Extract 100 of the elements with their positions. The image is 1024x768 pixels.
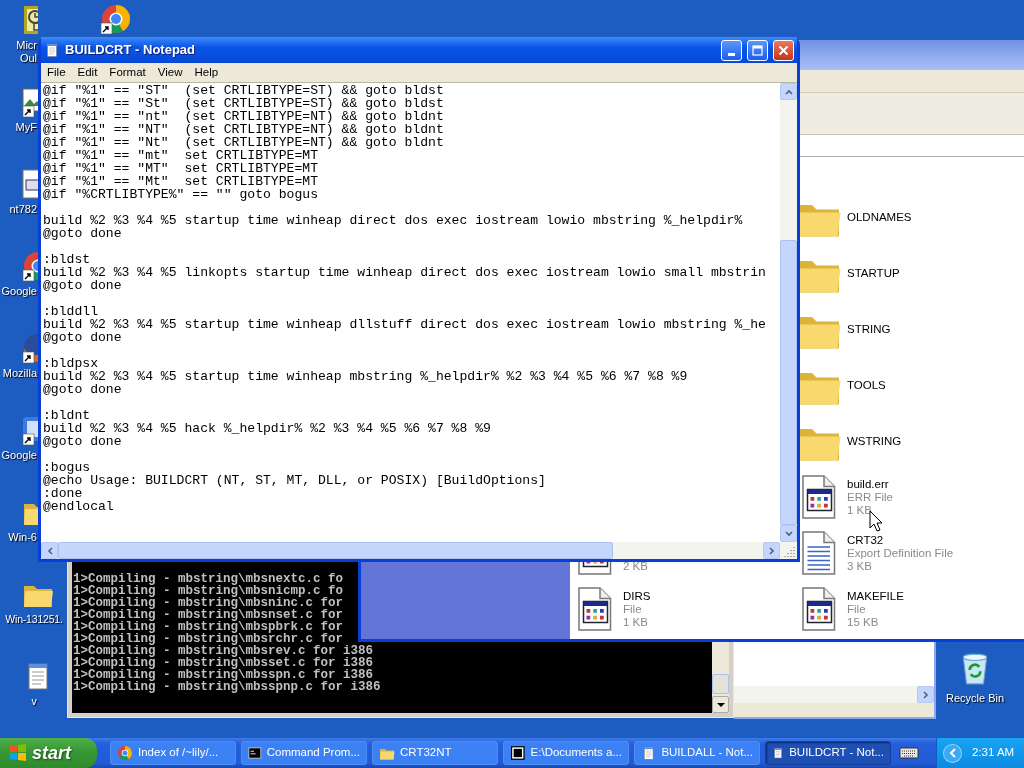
- icon-label[interactable]: MyF: [0, 121, 37, 134]
- show-hidden-icons-button[interactable]: [943, 743, 962, 763]
- round-logo-icon: [100, 3, 132, 35]
- file-type: ERR File: [847, 491, 893, 504]
- taskbar-button[interactable]: BUILDALL - Not...: [634, 741, 760, 765]
- code-line: :bldst: [43, 253, 91, 266]
- file-name[interactable]: OLDNAMES: [847, 210, 912, 224]
- scrollbar-thumb[interactable]: [712, 674, 729, 694]
- icon-label[interactable]: Win-6: [0, 531, 37, 544]
- down-triangle-icon: [716, 700, 725, 709]
- file-type: Export Definition File: [847, 547, 954, 560]
- icon-label[interactable]: nt782: [0, 203, 37, 216]
- code-line: :done: [43, 487, 83, 500]
- minimize-button[interactable]: [721, 39, 742, 61]
- icon-label[interactable]: Recycle Bin: [945, 690, 1005, 707]
- code-line: @if "%1" == "NT" (set CRTLIBTYPE=NT) && goto bldnt: [43, 123, 444, 136]
- code-line: @goto done: [43, 331, 122, 344]
- minimize-icon: [728, 52, 735, 56]
- icon-label[interactable]: Google: [0, 449, 37, 462]
- file-size: 15 KB: [847, 616, 880, 629]
- icon-label[interactable]: Mozilla: [0, 367, 37, 380]
- console-line: 1>Compiling - mbstring\mbsrchr.c for: [73, 633, 344, 645]
- menu-item[interactable]: Help: [188, 63, 225, 82]
- icon-label[interactable]: v: [2, 695, 66, 708]
- file-name[interactable]: TOOLS: [847, 378, 886, 392]
- start-button[interactable]: start: [0, 738, 97, 768]
- file-name[interactable]: CRT32: [847, 534, 954, 547]
- up-chevron-icon: [784, 87, 793, 96]
- code-line: @goto done: [43, 279, 122, 292]
- file-name[interactable]: STRING: [847, 322, 891, 336]
- code-line: :blddll: [43, 305, 98, 318]
- notepad-icon: [772, 745, 785, 761]
- flag-logo-icon: [8, 743, 28, 763]
- code-line: @if "%1" == "mt" set CRTLIBTYPE=MT: [43, 149, 318, 162]
- scrollbar-thumb[interactable]: [780, 240, 797, 525]
- code-line: @if "%1" == "ST" (set CRTLIBTYPE=ST) && goto bldst: [43, 84, 444, 97]
- icon-label[interactable]: Win-131251.: [2, 613, 66, 626]
- file-size: 1 KB: [847, 504, 873, 517]
- console-icon: [248, 745, 262, 761]
- scroll-right-button[interactable]: [917, 686, 934, 703]
- clock: 2:31 AM: [972, 745, 1015, 761]
- taskbar-button[interactable]: BUILDCRT - Not...: [765, 741, 891, 765]
- console-line: 1>Compiling - mbstring\mbsrev.c for i386: [73, 645, 374, 657]
- menu-item[interactable]: View: [151, 63, 189, 82]
- file-type: File: [623, 603, 643, 616]
- code-line: build %2 %3 %4 %5 linkopts startup time winheap direct dos exec iostream lowio small mbstrin: [43, 266, 766, 279]
- scroll-up-button[interactable]: [780, 83, 797, 100]
- code-line: :bldpsx: [43, 357, 98, 370]
- maximize-button[interactable]: [747, 39, 768, 61]
- icon-label[interactable]: Micr Oul: [0, 39, 37, 65]
- code-line: @goto done: [43, 383, 122, 396]
- code-line: @echo Usage: BUILDCRT (NT, ST, MT, DLL, or POSIX) [BuildOptions]: [43, 474, 546, 487]
- window-title: BUILDCRT - Notepad: [65, 41, 196, 60]
- right-chevron-icon: [921, 690, 930, 699]
- scroll-right-button[interactable]: [763, 542, 780, 559]
- file-name[interactable]: DIRS: [623, 590, 651, 603]
- code-line: @endlocal: [43, 500, 114, 513]
- archive-icon: [510, 745, 526, 761]
- code-line: build %2 %3 %4 %5 startup time winheap direct dos exec iostream lowio mbstring %_helpdir%: [43, 214, 743, 227]
- code-line: @if "%CRTLIBTYPE%" == "" goto bogus: [43, 188, 318, 201]
- code-line: @goto done: [43, 227, 122, 240]
- down-chevron-icon: [784, 529, 793, 538]
- scroll-left-button[interactable]: [41, 542, 58, 559]
- console-line: 1>Compiling - mbstring\mbsnextc.c fo: [73, 573, 344, 585]
- menu-item[interactable]: Format: [103, 63, 152, 82]
- menu-item[interactable]: File: [41, 63, 72, 82]
- console-line: 1>Compiling - mbstring\mbsninc.c for: [73, 597, 344, 609]
- code-line: :bldnt: [43, 409, 91, 422]
- close-button[interactable]: [773, 39, 794, 61]
- console-line: 1>Compiling - mbstring\mbsset.c for i386: [73, 657, 374, 669]
- code-line: build %2 %3 %4 %5 startup time winheap mbstring %_helpdir% %2 %3 %4 %5 %6 %7 %8 %9: [43, 370, 688, 383]
- file-type: File: [847, 603, 867, 616]
- taskbar-button[interactable]: E:\Documents a...: [503, 741, 629, 765]
- file-size: 2 KB: [623, 560, 648, 573]
- round-logo-icon: [117, 745, 133, 761]
- left-chevron-icon: [45, 546, 54, 555]
- file-name[interactable]: build.err: [847, 478, 893, 491]
- code-line: :bogus: [43, 461, 91, 474]
- maximize-icon: [752, 44, 763, 56]
- scroll-down-button[interactable]: [712, 696, 729, 713]
- right-chevron-icon: [767, 546, 776, 555]
- file-name[interactable]: MAKEFILE: [847, 590, 904, 603]
- code-line: build %2 %3 %4 %5 hack %_helpdir% %2 %3 %4 %5 %6 %7 %8 %9: [43, 422, 491, 435]
- taskbar-button[interactable]: CRT32NT: [372, 741, 498, 765]
- console-line: 1>Compiling - mbstring\mbspbrk.c for: [73, 621, 344, 633]
- notepad-icon: [44, 42, 60, 58]
- file-name[interactable]: STARTUP: [847, 266, 900, 280]
- taskbar-button[interactable]: Index of /~lily/...: [110, 741, 236, 765]
- taskbar-button[interactable]: Command Prom...: [241, 741, 367, 765]
- code-line: @if "%1" == "MT" set CRTLIBTYPE=MT: [43, 162, 318, 175]
- code-line: @if "%1" == "nt" (set CRTLIBTYPE=NT) && goto bldnt: [43, 110, 444, 123]
- menu-item[interactable]: Edit: [71, 63, 104, 82]
- code-line: @if "%1" == "Mt" set CRTLIBTYPE=MT: [43, 175, 318, 188]
- code-line: @if "%1" == "St" (set CRTLIBTYPE=ST) && goto bldst: [43, 97, 444, 110]
- file-name[interactable]: WSTRING: [847, 434, 902, 448]
- console-line: 1>Compiling - mbstring\mbsnset.c for: [73, 609, 344, 621]
- left-chevron-icon: [948, 748, 957, 758]
- console-line: 1>Compiling - mbstring\mbsspn.c for i386: [73, 669, 374, 681]
- icon-label[interactable]: Google: [0, 285, 37, 298]
- scrollbar-thumb[interactable]: [58, 542, 613, 559]
